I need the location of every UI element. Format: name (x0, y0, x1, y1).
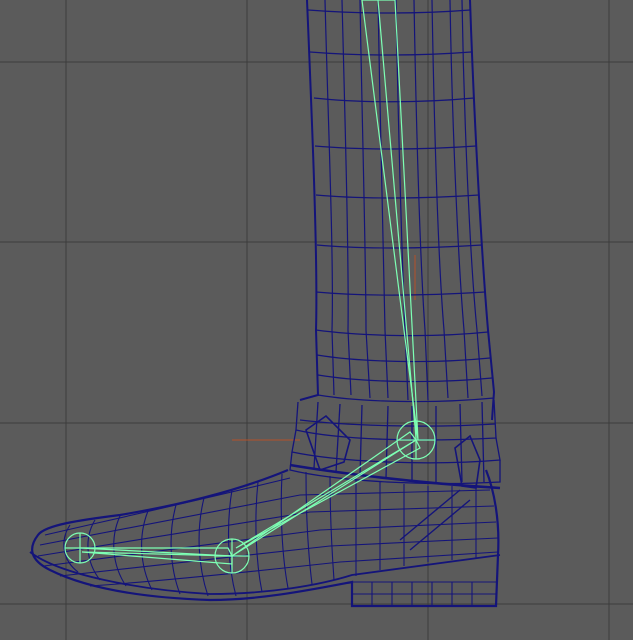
viewport-canvas[interactable] (0, 0, 633, 640)
modeling-viewport[interactable] (0, 0, 633, 640)
ankle-joint[interactable] (396, 420, 436, 460)
toe-joint[interactable] (64, 532, 96, 564)
ball-joint[interactable] (214, 538, 250, 574)
